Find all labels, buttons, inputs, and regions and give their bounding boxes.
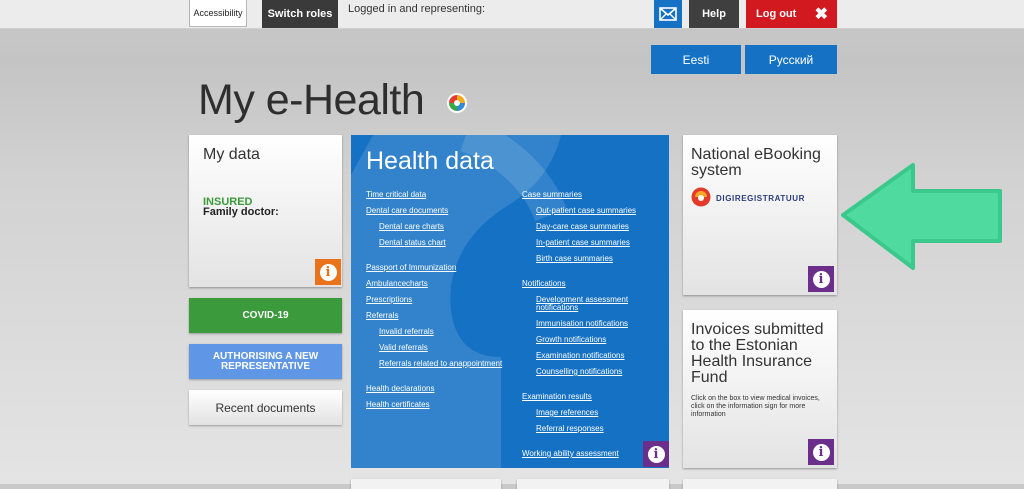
link-working-ability-assessment[interactable]: Working ability assessment: [522, 450, 619, 458]
health-data-title: Health data: [366, 147, 494, 175]
link-image-references[interactable]: Image references: [536, 409, 598, 417]
top-bar: Accessibility Switch roles Logged in and…: [0, 0, 1024, 29]
link-referrals-appointment[interactable]: Referrals related to anappointment: [379, 360, 502, 368]
bottom-card-partial-3: [683, 479, 837, 489]
authorising-representative-button[interactable]: AUTHORISING A NEW REPRESENTATIVE: [189, 344, 342, 379]
covid-button[interactable]: COVID-19: [189, 298, 342, 333]
accessibility-button[interactable]: Accessibility: [189, 0, 247, 27]
link-prescriptions[interactable]: Prescriptions: [366, 296, 412, 304]
link-valid-referrals[interactable]: Valid referrals: [379, 344, 428, 352]
link-dental-status-chart[interactable]: Dental status chart: [379, 239, 446, 247]
bottom-card-partial-2: [517, 479, 669, 489]
link-time-critical-data[interactable]: Time critical data: [366, 191, 426, 199]
link-case-summaries[interactable]: Case summaries: [522, 191, 582, 199]
link-in-patient-case-summaries[interactable]: In-patient case summaries: [536, 239, 630, 247]
link-growth-notifications[interactable]: Growth notifications: [536, 336, 606, 344]
link-examination-notifications[interactable]: Examination notifications: [536, 352, 625, 360]
link-counselling-notifications[interactable]: Counselling notifications: [536, 368, 622, 376]
mail-icon: [659, 7, 677, 21]
page-title: My e-Health: [198, 76, 425, 124]
link-examination-results[interactable]: Examination results: [522, 393, 592, 401]
link-out-patient-case-summaries[interactable]: Out-patient case summaries: [536, 207, 636, 215]
my-data-info-button[interactable]: i: [315, 259, 341, 285]
family-doctor-label: Family doctor:: [203, 206, 279, 218]
link-day-care-case-summaries[interactable]: Day-care case summaries: [536, 223, 629, 231]
link-health-certificates[interactable]: Health certificates: [366, 401, 430, 409]
logged-in-text: Logged in and representing:: [348, 3, 485, 15]
invoices-card[interactable]: Invoices submitted to the Estonian Healt…: [683, 310, 837, 468]
link-ambulancecharts[interactable]: Ambulancecharts: [366, 280, 428, 288]
language-eesti-button[interactable]: Eesti: [651, 45, 741, 74]
link-notifications[interactable]: Notifications: [522, 280, 566, 288]
link-passport-of-immunization[interactable]: Passport of Immunization: [366, 264, 456, 272]
ebooking-info-button[interactable]: i: [808, 266, 834, 292]
health-data-panel: Health data Time critical data Dental ca…: [351, 135, 669, 468]
switch-roles-button[interactable]: Switch roles: [262, 0, 338, 28]
info-icon: i: [647, 445, 665, 463]
link-referrals[interactable]: Referrals: [366, 312, 398, 320]
digiregistratuur-logo-icon: [691, 187, 711, 207]
help-button[interactable]: Help: [689, 0, 739, 28]
health-data-info-button[interactable]: i: [643, 441, 669, 467]
invoices-description: Click on the box to view medical invoice…: [691, 395, 820, 418]
link-immunisation-notifications[interactable]: Immunisation notifications: [536, 320, 628, 328]
link-dental-care-charts[interactable]: Dental care charts: [379, 223, 444, 231]
my-data-card[interactable]: My data INSURED Family doctor: i: [189, 135, 342, 287]
left-arrow-icon: [841, 163, 1002, 270]
link-development-assessment-notifications[interactable]: Development assessment notifications: [536, 296, 646, 312]
link-health-declarations[interactable]: Health declarations: [366, 385, 434, 393]
info-icon: i: [812, 270, 830, 288]
recent-documents-button[interactable]: Recent documents: [189, 390, 342, 425]
language-russian-button[interactable]: Русский: [745, 45, 837, 74]
my-data-title: My data: [203, 146, 260, 163]
e-health-logo-icon: [447, 93, 467, 113]
invoices-info-button[interactable]: i: [808, 439, 834, 465]
logout-label: Log out: [756, 8, 797, 20]
bottom-card-partial-1: [351, 479, 501, 489]
close-icon: ✖: [814, 6, 828, 23]
link-referral-responses[interactable]: Referral responses: [536, 425, 604, 433]
digiregistratuur-logo-text: DIGIREGISTRATUUR: [716, 194, 806, 203]
ebooking-title: National eBooking system: [691, 146, 821, 179]
link-dental-care-documents[interactable]: Dental care documents: [366, 207, 448, 215]
link-invalid-referrals[interactable]: Invalid referrals: [379, 328, 434, 336]
link-birth-case-summaries[interactable]: Birth case summaries: [536, 255, 613, 263]
mail-button[interactable]: [654, 0, 682, 28]
info-icon: i: [812, 443, 830, 461]
ebooking-card[interactable]: National eBooking system DIGIREGISTRATUU…: [683, 135, 837, 295]
info-icon: i: [319, 263, 337, 281]
logout-button[interactable]: Log out ✖: [746, 0, 837, 28]
invoices-title: Invoices submitted to the Estonian Healt…: [691, 321, 824, 386]
